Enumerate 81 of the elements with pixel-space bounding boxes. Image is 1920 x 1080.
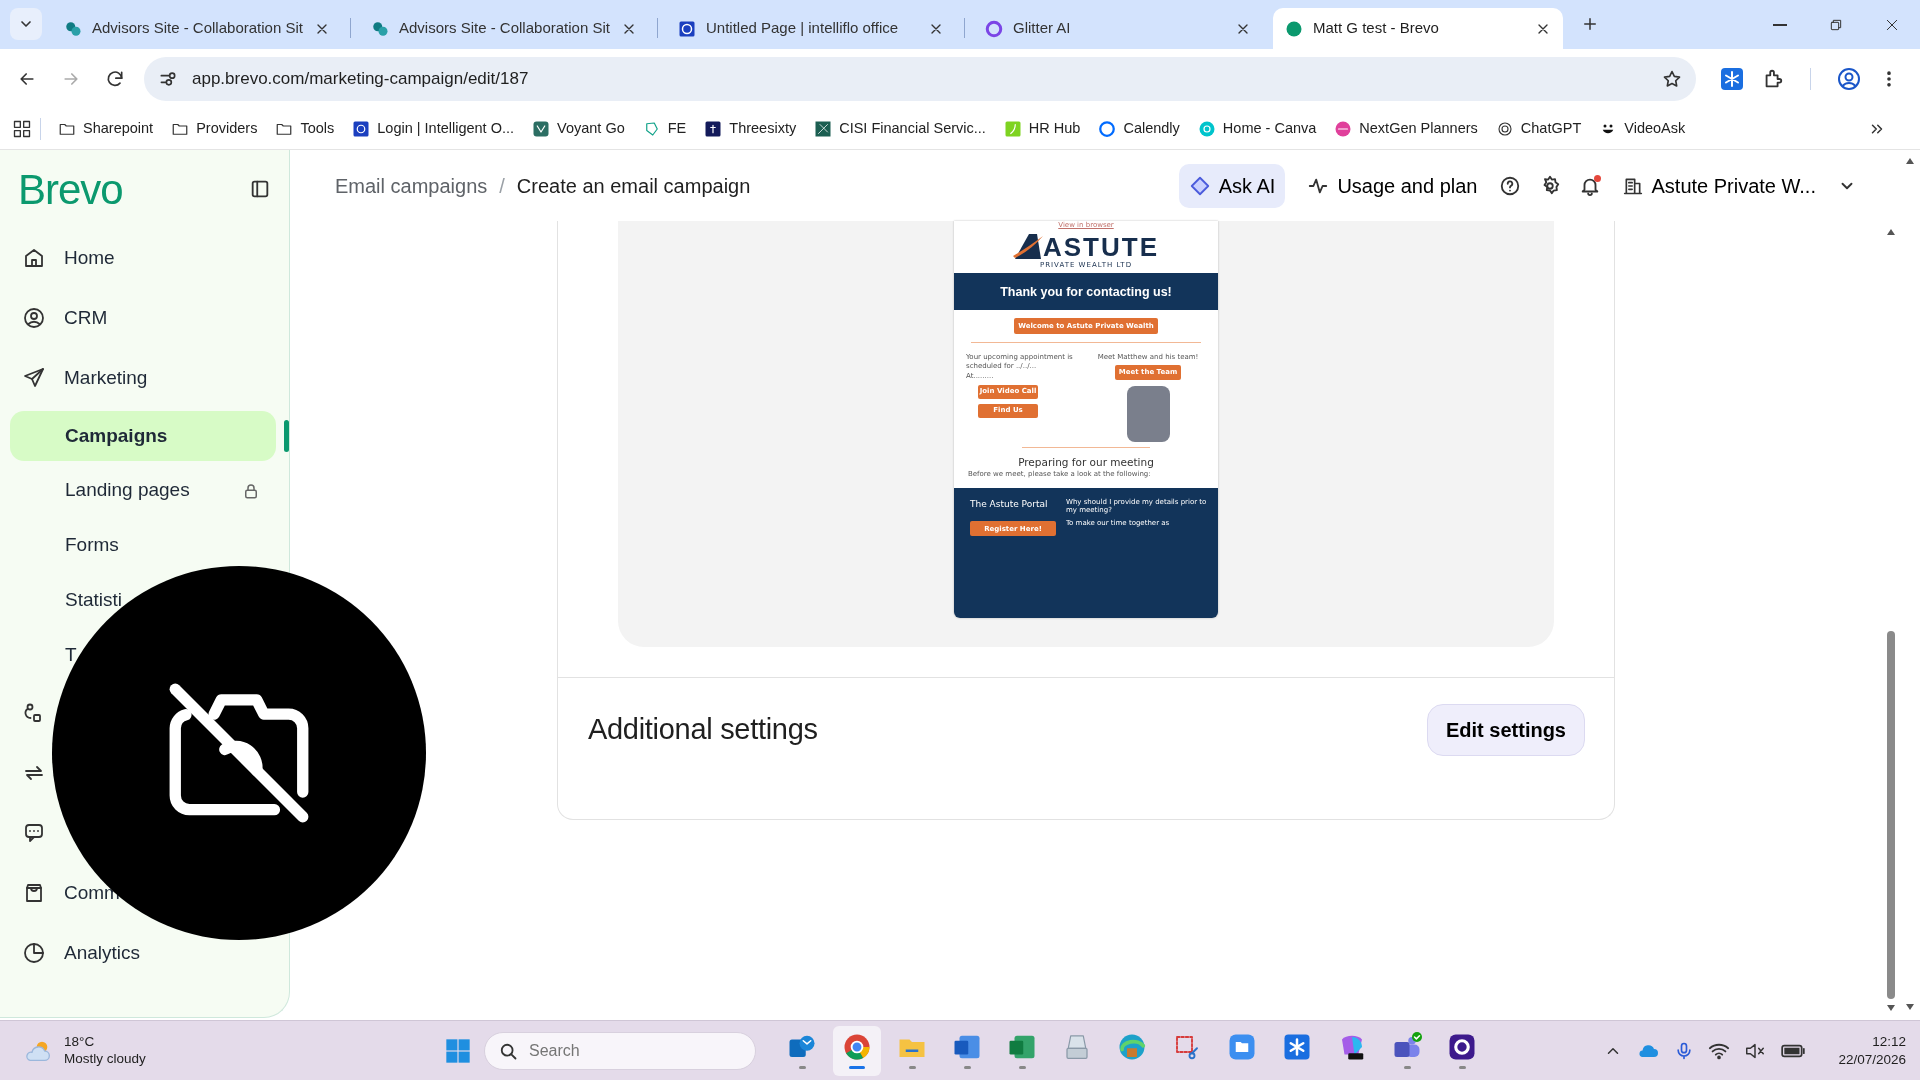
minimize-icon xyxy=(1773,23,1787,26)
bookmark[interactable]: FE xyxy=(633,113,696,144)
site-icon xyxy=(1495,119,1514,138)
temperature: 18°C xyxy=(64,1033,96,1051)
site-icon xyxy=(1003,119,1022,138)
bookmark[interactable]: CISI Financial Servic... xyxy=(805,113,995,144)
site-icon xyxy=(371,19,389,38)
site-icon xyxy=(985,19,1003,38)
breadcrumb-separator: / xyxy=(499,173,505,199)
snowflake-app-icon xyxy=(1282,1032,1312,1062)
browser-tab[interactable]: Advisors Site - Collaboration Sit xyxy=(52,8,342,49)
bookmark[interactable]: ChatGPT xyxy=(1486,113,1591,144)
site-icon xyxy=(64,19,82,38)
ask-ai-button[interactable]: Ask AI xyxy=(1178,163,1286,208)
clock-time[interactable]: 12:12 xyxy=(1872,1032,1906,1051)
lock-icon xyxy=(242,481,260,500)
edit-settings-button[interactable]: Edit settings xyxy=(1427,704,1585,756)
logo-mark-icon xyxy=(1013,231,1043,260)
star-icon[interactable] xyxy=(1662,68,1682,89)
bookmark[interactable]: Calendly xyxy=(1089,113,1189,144)
site-icon xyxy=(678,19,696,38)
browser-tab[interactable]: Untitled Page | intelliflo office xyxy=(666,8,956,49)
files-app-icon xyxy=(1227,1032,1257,1062)
sidebar-item[interactable]: CRM xyxy=(0,288,284,348)
section-title: Additional settings xyxy=(588,712,818,748)
reload-icon xyxy=(105,68,125,89)
weather-condition: Mostly cloudy xyxy=(64,1050,146,1068)
site-icon xyxy=(532,119,551,138)
snowflake-extension-icon[interactable] xyxy=(1720,66,1744,91)
app-icon xyxy=(1447,1032,1477,1062)
browser-tab[interactable]: Advisors Site - Collaboration Sit xyxy=(359,8,649,49)
site-icon xyxy=(814,119,833,138)
email-text: The Astute Portal xyxy=(970,497,1049,511)
site-icon xyxy=(352,119,371,138)
email-heading: Preparing for our meeting xyxy=(1018,455,1154,469)
user-circle-icon xyxy=(22,306,46,330)
browser-icon xyxy=(842,1032,872,1062)
sidebar-item[interactable]: Landing pages xyxy=(10,463,276,518)
pie-chart-icon xyxy=(22,941,46,965)
home-icon xyxy=(22,246,46,270)
apps-grid-icon[interactable] xyxy=(12,118,32,139)
account-menu[interactable]: Astute Private W... xyxy=(1619,166,1860,205)
site-icon xyxy=(704,119,723,138)
bookmark[interactable]: Login | Intelligent O... xyxy=(343,113,524,144)
bookmark[interactable]: VideoAsk xyxy=(1590,113,1695,144)
bookmark[interactable]: Home - Canva xyxy=(1188,113,1326,144)
diamond-sparkle-icon xyxy=(1188,174,1211,197)
browser-icon xyxy=(1117,1032,1147,1062)
help-icon[interactable] xyxy=(1499,174,1522,197)
usage-link[interactable]: Usage and plan xyxy=(1303,166,1482,205)
clock-date[interactable]: 22/07/2026 xyxy=(1838,1050,1906,1069)
site-icon xyxy=(1098,119,1117,138)
bookmark[interactable]: NextGen Planners xyxy=(1325,113,1487,144)
brand-logo: Brevo xyxy=(18,164,123,215)
sidebar-item[interactable]: Marketing xyxy=(0,348,284,408)
bookmark[interactable]: Threesixty xyxy=(695,113,806,144)
chat-icon xyxy=(22,821,46,845)
taskbar-search-field[interactable]: Search xyxy=(484,1031,756,1070)
email-banner: Thank you for contacting us! xyxy=(954,273,1218,311)
browser-tab[interactable]: Matt G test - Brevo xyxy=(1273,8,1563,49)
page-title: Create an email campaign xyxy=(516,173,751,199)
sidebar-item[interactable]: Campaigns xyxy=(10,411,276,461)
bookmark[interactable]: Tools xyxy=(266,113,344,144)
sidebar-toggle-icon[interactable] xyxy=(249,178,271,200)
sidebar-item[interactable]: Home xyxy=(0,228,284,288)
windows-logo-icon xyxy=(444,1036,472,1065)
bookmark[interactable]: Voyant Go xyxy=(523,113,634,144)
site-icon xyxy=(1197,119,1216,138)
address-bar[interactable]: app.brevo.com/marketing-campaign/edit/187 xyxy=(144,56,1696,101)
paper-plane-icon xyxy=(22,366,46,390)
profile-icon[interactable] xyxy=(1837,66,1861,91)
bookmark[interactable]: HR Hub xyxy=(994,113,1090,144)
site-icon xyxy=(1285,19,1303,38)
tab-list-button[interactable] xyxy=(10,8,42,40)
browser-tab[interactable]: Glitter AI xyxy=(973,8,1263,49)
logo-text: ASTUTE xyxy=(1043,233,1159,260)
photo-placeholder xyxy=(1126,385,1170,442)
breadcrumb-link[interactable]: Email campaigns xyxy=(335,170,488,201)
site-icon xyxy=(1334,119,1353,138)
bookmark[interactable]: Providers xyxy=(162,113,267,144)
bookmark[interactable]: Sharepoint xyxy=(49,113,163,144)
